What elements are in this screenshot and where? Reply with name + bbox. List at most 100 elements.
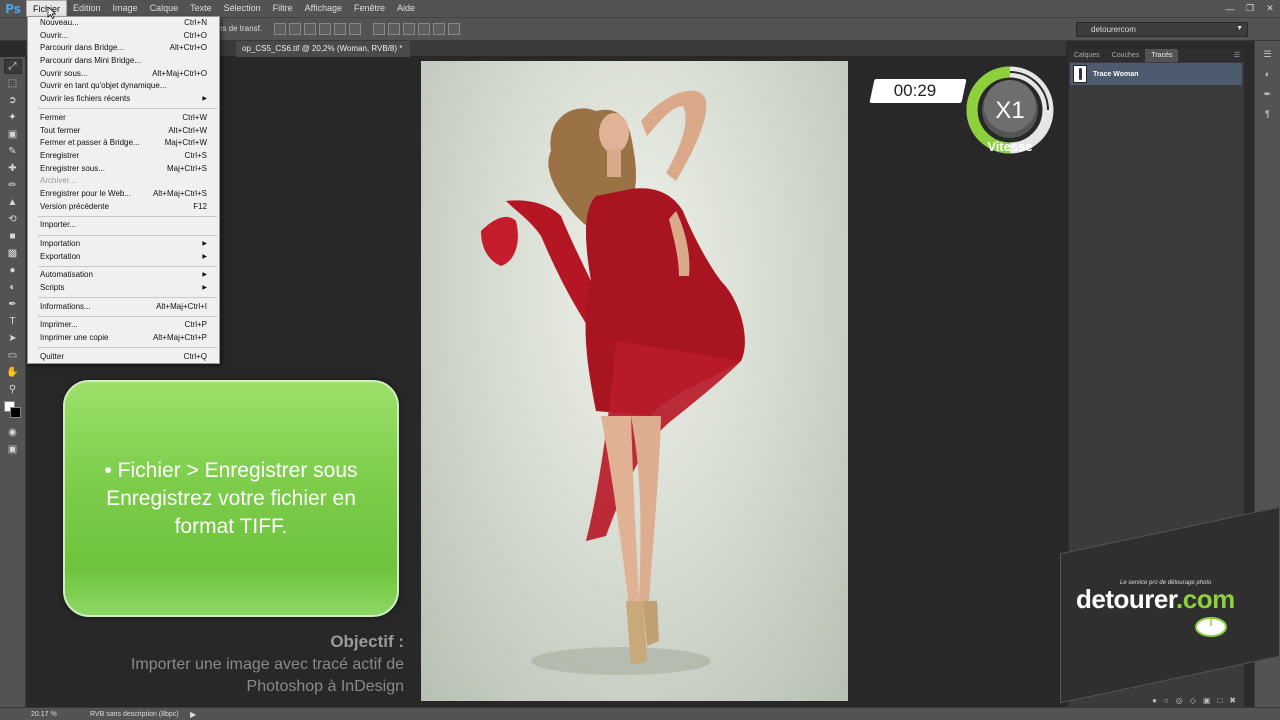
paragraph-icon[interactable]: ¶ (1261, 109, 1275, 121)
file-menu-item[interactable]: Informations... Alt+Maj+Ctrl+I (28, 301, 219, 314)
blur-tool-icon[interactable]: ● (4, 263, 22, 278)
panel-menu-icon[interactable]: ☰ (1234, 51, 1240, 59)
file-menu-item[interactable]: Quitter Ctrl+Q (28, 351, 219, 364)
file-menu-item[interactable]: Scripts ▶ (28, 282, 219, 295)
zoom-level[interactable]: 20.17 % (31, 711, 57, 718)
file-menu-item[interactable]: Fermer et passer à Bridge... Maj+Ctrl+W (28, 137, 219, 150)
lasso-tool-icon[interactable]: ➲ (4, 93, 22, 108)
distribute-bottom-icon[interactable] (403, 23, 415, 35)
quick-selection-icon[interactable]: ✦ (4, 110, 22, 125)
path-icon[interactable]: ✒ (1261, 89, 1275, 101)
dodge-tool-icon[interactable]: ◐ (4, 280, 22, 295)
align-left-icon[interactable] (319, 23, 331, 35)
minimize-icon[interactable]: — (1220, 0, 1240, 17)
document-tab[interactable]: op_CS5_CS6.tif @ 20,2% (Woman, RVB/8) * (236, 41, 411, 57)
healing-brush-icon[interactable]: ✚ (4, 161, 22, 176)
make-path-icon[interactable]: ◇ (1190, 696, 1196, 707)
workspace-select[interactable]: detourercom ▼ (1076, 22, 1248, 37)
file-menu-item[interactable]: Parcourir dans Mini Bridge... (28, 55, 219, 68)
eyedropper-icon[interactable]: ✎ (4, 144, 22, 159)
clone-stamp-icon[interactable]: ▲ (4, 195, 22, 210)
screen-mode-icon[interactable]: ▣ (4, 442, 22, 457)
align-vcenter-icon[interactable] (289, 23, 301, 35)
menu-aide[interactable]: Aide (391, 0, 421, 17)
file-menu-item[interactable]: Enregistrer sous... Maj+Ctrl+S (28, 163, 219, 176)
file-menu-item[interactable]: Importation ▶ (28, 238, 219, 251)
file-menu-item-shortcut: Alt+Ctrl+W (168, 125, 207, 135)
file-menu-item[interactable]: Automatisation ▶ (28, 269, 219, 282)
menu-selection[interactable]: Sélection (218, 0, 267, 17)
shape-tool-icon[interactable]: ▭ (4, 348, 22, 363)
file-menu-item[interactable]: Fermer Ctrl+W (28, 112, 219, 125)
layers-icon[interactable]: ☰ (1261, 49, 1275, 61)
stroke-path-icon[interactable]: ○ (1164, 696, 1169, 707)
file-menu-item[interactable]: Nouveau... Ctrl+N (28, 17, 219, 30)
distribute-top-icon[interactable] (373, 23, 385, 35)
tab-calques[interactable]: Calques (1068, 49, 1106, 62)
crop-tool-icon[interactable]: ▣ (4, 127, 22, 142)
document-photo[interactable] (421, 61, 848, 701)
quick-mask-icon[interactable]: ◉ (4, 425, 22, 440)
menu-filtre[interactable]: Filtre (267, 0, 299, 17)
distribute-vcenter-icon[interactable] (388, 23, 400, 35)
load-selection-icon[interactable]: ◎ (1176, 696, 1183, 707)
menu-edition[interactable]: Edition (67, 0, 107, 17)
timer-text: 00:29 (893, 81, 937, 100)
file-menu-item[interactable]: Ouvrir sous... Alt+Maj+Ctrl+O (28, 68, 219, 81)
menu-affichage[interactable]: Affichage (299, 0, 348, 17)
file-menu-item-label: Imprimer une copie (40, 333, 109, 343)
close-icon[interactable]: ✕ (1260, 0, 1280, 17)
align-right-icon[interactable] (349, 23, 361, 35)
path-selection-icon[interactable]: ➤ (4, 331, 22, 346)
brush-tool-icon[interactable]: ✏ (4, 178, 22, 193)
align-hcenter-icon[interactable] (334, 23, 346, 35)
file-menu-item[interactable]: Parcourir dans Bridge... Alt+Ctrl+O (28, 42, 219, 55)
file-menu-item[interactable]: Enregistrer Ctrl+S (28, 150, 219, 163)
distribute-right-icon[interactable] (448, 23, 460, 35)
type-tool-icon[interactable]: T (4, 314, 22, 329)
tab-couches[interactable]: Couches (1106, 49, 1146, 62)
move-tool-icon[interactable]: ⤢ (3, 59, 22, 74)
menu-calque[interactable]: Calque (144, 0, 185, 17)
history-brush-icon[interactable]: ⟲ (4, 212, 22, 227)
file-menu-item-shortcut: Alt+Maj+Ctrl+S (152, 188, 207, 198)
file-menu-item[interactable]: Exportation ▶ (28, 251, 219, 264)
chevron-right-icon[interactable]: ▶ (190, 710, 196, 719)
fill-path-icon[interactable]: ● (1152, 696, 1157, 707)
marquee-tool-icon[interactable]: ⬚ (4, 76, 22, 91)
zoom-tool-icon[interactable]: ⚲ (4, 382, 22, 397)
file-menu-item[interactable]: Imprimer... Ctrl+P (28, 319, 219, 332)
pen-tool-icon[interactable]: ✒ (4, 297, 22, 312)
file-menu-item[interactable]: Ouvrir les fichiers récents ▶ (28, 93, 219, 106)
file-menu-item[interactable]: Imprimer une copie Alt+Maj+Ctrl+P (28, 332, 219, 345)
tab-traces[interactable]: Tracés (1145, 49, 1179, 62)
file-menu-item[interactable]: Tout fermer Alt+Ctrl+W (28, 125, 219, 138)
gradient-tool-icon[interactable]: ▩ (4, 246, 22, 261)
adjust-icon[interactable]: ◐ (1261, 69, 1275, 81)
file-menu-item-label: Fermer et passer à Bridge... (40, 138, 140, 148)
file-menu-item[interactable]: Ouvrir... Ctrl+O (28, 30, 219, 43)
distribute-hcenter-icon[interactable] (433, 23, 445, 35)
file-menu-item[interactable]: Enregistrer pour le Web... Alt+Maj+Ctrl+S (28, 188, 219, 201)
file-menu-item-shortcut: Alt+Maj+Ctrl+I (156, 301, 207, 311)
file-menu-item[interactable]: Version précédente F12 (28, 201, 219, 214)
path-item[interactable]: Trace Woman (1070, 63, 1242, 85)
hand-tool-icon[interactable]: ✋ (4, 365, 22, 380)
file-menu-item[interactable]: Ouvrir en tant qu'objet dynamique... (28, 80, 219, 93)
background-color[interactable] (10, 407, 21, 418)
file-menu-item[interactable]: Importer... (28, 219, 219, 232)
eraser-icon[interactable]: ■ (4, 229, 22, 244)
restore-icon[interactable]: ❐ (1240, 0, 1260, 17)
align-top-icon[interactable] (274, 23, 286, 35)
distribute-left-icon[interactable] (418, 23, 430, 35)
color-swatches[interactable] (0, 401, 26, 423)
menu-texte[interactable]: Texte (184, 0, 218, 17)
align-bottom-icon[interactable] (304, 23, 316, 35)
menu-separator (38, 215, 217, 217)
add-mask-icon[interactable]: ▣ (1203, 696, 1211, 707)
menu-fenetre[interactable]: Fenêtre (348, 0, 391, 17)
file-menu-item-label: Parcourir dans Mini Bridge... (40, 56, 141, 66)
menu-image[interactable]: Image (107, 0, 144, 17)
new-path-icon[interactable]: □ (1217, 696, 1222, 707)
delete-path-icon[interactable]: ✖ (1229, 696, 1236, 707)
